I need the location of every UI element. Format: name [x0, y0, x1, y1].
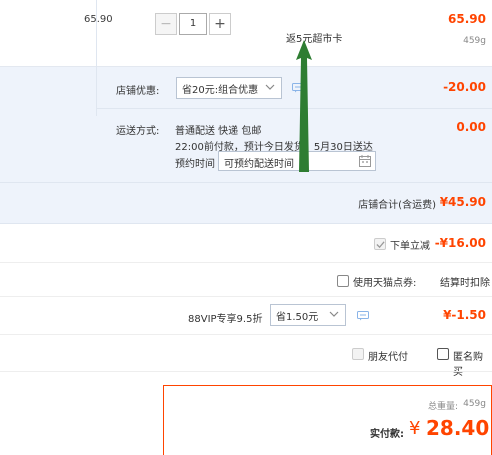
actual-payment-label: 实付款: [370, 429, 404, 440]
calendar-icon[interactable] [359, 155, 371, 167]
chevron-down-icon [329, 311, 339, 317]
check-icon [376, 241, 385, 249]
vip-discount-amount: ¥-1.50 [443, 308, 486, 322]
divider [0, 334, 492, 335]
anonymous-purchase-label: 匿名购买 [453, 352, 483, 378]
chat-icon[interactable] [357, 311, 369, 321]
anonymous-purchase-checkbox[interactable] [437, 348, 449, 360]
actual-payment-value: 28.40 [426, 416, 490, 440]
shipping-type: 普通配送 快递 包邮 [175, 126, 262, 137]
delivery-time-placeholder: 可预约配送时间 [224, 159, 294, 170]
delivery-time-label: 预约时间 [175, 159, 215, 170]
tmall-points-checkbox[interactable] [337, 275, 349, 287]
divider [0, 371, 492, 372]
vip-discount-label: 88VIP专享9.5折 [188, 314, 263, 325]
chevron-down-icon [265, 84, 275, 90]
payment-currency: ¥ [409, 418, 421, 439]
shop-promo-amount: -20.00 [443, 80, 486, 94]
shop-promo-selected: 省20元:组合优惠 [182, 85, 259, 96]
total-weight-label: 总重量: [427, 402, 458, 412]
shop-promo-label: 店铺优惠: [116, 86, 160, 97]
shipping-amount: 0.00 [456, 120, 486, 134]
annotation-arrow-icon [296, 40, 312, 172]
instant-discount-label: 下单立减 [390, 241, 430, 252]
friend-pay-label: 朋友代付 [368, 352, 408, 363]
shop-total-label: 店铺合计(含运费) [358, 200, 436, 211]
shop-promo-select[interactable]: 省20元:组合优惠 [176, 77, 282, 99]
shipping-label: 运送方式: [116, 126, 160, 137]
vip-discount-select[interactable]: 省1.50元 [270, 304, 346, 326]
instant-discount-checkbox[interactable] [374, 238, 386, 250]
tmall-points-note: 结算时扣除 [440, 278, 490, 289]
divider [0, 262, 492, 263]
tmall-points-label: 使用天猫点券: [353, 278, 417, 289]
divider [0, 296, 492, 297]
total-weight-value: 459g [463, 399, 486, 409]
shop-total-value: ¥45.90 [439, 195, 486, 209]
instant-discount-amount: -¥16.00 [434, 236, 486, 250]
friend-pay-checkbox[interactable] [352, 348, 364, 360]
vip-discount-selected: 省1.50元 [276, 312, 319, 323]
